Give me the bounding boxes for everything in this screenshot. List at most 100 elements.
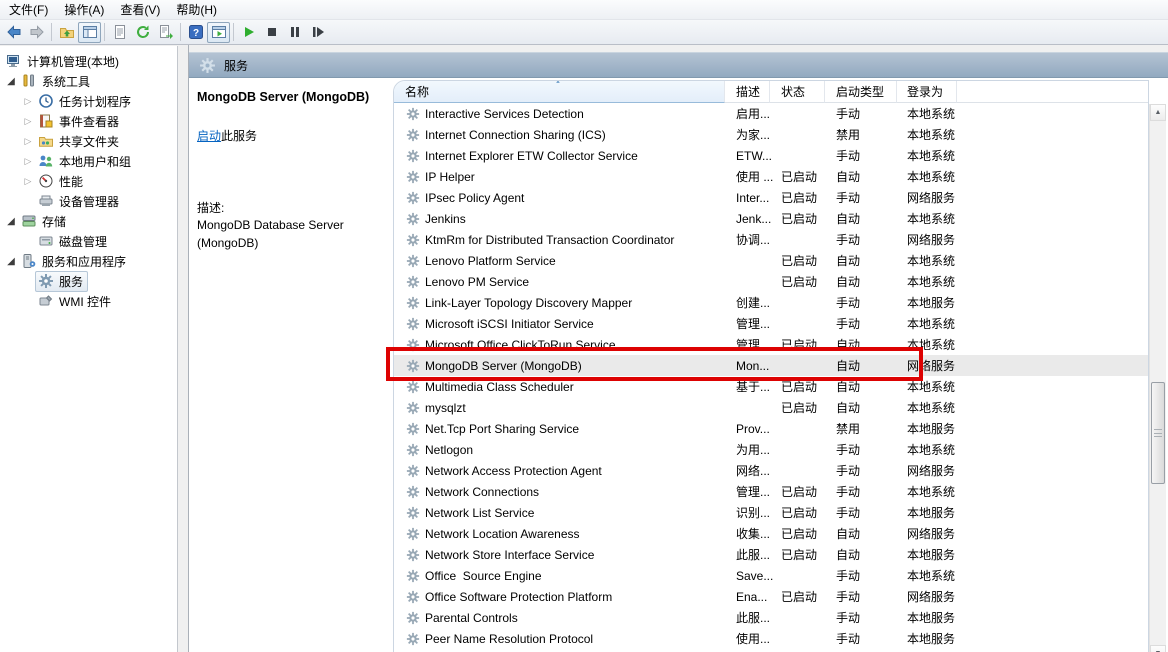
collapsed-triangle-icon[interactable]: ▷ bbox=[21, 116, 35, 127]
tree-item[interactable]: ▷ 任务计划程序 bbox=[0, 91, 177, 111]
tree-item-inner[interactable]: 本地用户和组 bbox=[35, 151, 136, 172]
tree-item-inner[interactable]: 性能 bbox=[35, 171, 88, 192]
collapsed-triangle-icon[interactable]: ▷ bbox=[21, 176, 35, 187]
service-description: ETW... bbox=[736, 148, 772, 163]
tree-item-inner[interactable]: 共享文件夹 bbox=[35, 131, 124, 152]
table-row[interactable]: Parental Controls 此服... 手动 本地服务 bbox=[394, 607, 1148, 628]
collapsed-triangle-icon[interactable]: ▷ bbox=[21, 156, 35, 167]
tree-item-inner[interactable]: WMI 控件 bbox=[35, 291, 116, 312]
column-header-label: 状态 bbox=[781, 85, 806, 99]
tree-item[interactable]: WMI 控件 bbox=[0, 291, 177, 311]
action-pane-toggle-button[interactable] bbox=[207, 21, 230, 43]
properties-button[interactable] bbox=[108, 22, 131, 43]
tree-item-inner[interactable]: 磁盘管理 bbox=[35, 231, 112, 252]
column-header-logon-as[interactable]: 登录为 bbox=[897, 81, 957, 103]
column-header-name[interactable]: ▲ 名称 bbox=[394, 81, 725, 103]
scroll-down-button[interactable]: ▼ bbox=[1150, 645, 1166, 652]
console-tree-toggle-button[interactable] bbox=[78, 21, 101, 43]
start-service-link[interactable]: 启动 bbox=[197, 129, 221, 143]
tree-item-inner[interactable]: 事件查看器 bbox=[35, 111, 124, 132]
computer-management-window: 文件(F) 操作(A) 查看(V) 帮助(H) ? 计算机管理(本地) ◢ 系统工具 ▷ 任务… bbox=[0, 0, 1168, 652]
tree-item[interactable]: 计算机管理(本地) bbox=[0, 51, 177, 71]
table-row[interactable]: Jenkins Jenk... 已启动 自动 本地系统 bbox=[394, 208, 1148, 229]
column-header-startup-type[interactable]: 启动类型 bbox=[825, 81, 897, 103]
table-row[interactable]: Network Connections 管理... 已启动 手动 本地系统 bbox=[394, 481, 1148, 502]
table-row[interactable]: Interactive Services Detection 启用... 手动 本地系… bbox=[394, 103, 1148, 124]
export-list-button[interactable] bbox=[154, 22, 177, 43]
refresh-button[interactable] bbox=[131, 22, 154, 43]
table-row[interactable]: Netlogon 为用... 手动 本地系统 bbox=[394, 439, 1148, 460]
table-row[interactable]: Net.Tcp Port Sharing Service Prov... 禁用 本地服… bbox=[394, 418, 1148, 439]
stop-icon bbox=[264, 24, 280, 40]
tree-item-label: 服务 bbox=[59, 274, 84, 289]
service-name-cell: IPsec Policy Agent bbox=[394, 191, 725, 205]
tree-item-inner[interactable]: 设备管理器 bbox=[35, 191, 124, 212]
forward-button[interactable] bbox=[25, 22, 48, 43]
collapsed-triangle-icon[interactable]: ▷ bbox=[21, 96, 35, 107]
column-header-description[interactable]: 描述 bbox=[725, 81, 770, 103]
table-row[interactable]: IPsec Policy Agent Inter... 已启动 手动 网络服务 bbox=[394, 187, 1148, 208]
table-row[interactable]: IP Helper 使用 ... 已启动 自动 本地系统 bbox=[394, 166, 1148, 187]
menu-item[interactable]: 操作(A) bbox=[56, 0, 112, 21]
tree-item[interactable]: ▷ 本地用户和组 bbox=[0, 151, 177, 171]
tree-item-inner[interactable]: 存储 bbox=[18, 211, 71, 232]
table-row[interactable]: Peer Name Resolution Protocol 使用... 手动 本地服务 bbox=[394, 628, 1148, 649]
back-button[interactable] bbox=[2, 22, 25, 43]
tree-item[interactable]: ▷ 共享文件夹 bbox=[0, 131, 177, 151]
pause-service-button[interactable] bbox=[283, 22, 306, 43]
tree-item[interactable]: ▷ 事件查看器 bbox=[0, 111, 177, 131]
menu-item[interactable]: 帮助(H) bbox=[168, 0, 225, 21]
service-startup-type: 自动 bbox=[836, 527, 861, 541]
table-row[interactable]: Network Access Protection Agent 网络... 手动 网络… bbox=[394, 460, 1148, 481]
scroll-up-button[interactable]: ▲ bbox=[1150, 104, 1166, 121]
tree-item[interactable]: ◢ 存储 bbox=[0, 211, 177, 231]
tree-item-inner[interactable]: 服务 bbox=[35, 270, 89, 292]
column-header-label: 名称 bbox=[405, 85, 430, 99]
tree-item[interactable]: ◢ 系统工具 bbox=[0, 71, 177, 91]
table-row[interactable]: Microsoft iSCSI Initiator Service 管理... 手动… bbox=[394, 313, 1148, 334]
table-row[interactable]: Office Software Protection Platform Ena..… bbox=[394, 586, 1148, 607]
scroll-thumb[interactable] bbox=[1151, 382, 1165, 484]
service-name: Netlogon bbox=[425, 442, 474, 457]
table-row[interactable]: Office Source Engine Save... 手动 本地系统 bbox=[394, 565, 1148, 586]
annotation-highlight-box bbox=[386, 347, 923, 381]
stop-service-button[interactable] bbox=[260, 22, 283, 43]
table-row[interactable]: Internet Connection Sharing (ICS) 为家... 禁用… bbox=[394, 124, 1148, 145]
toolbar-separator bbox=[233, 23, 234, 41]
table-row[interactable]: Network Location Awareness 收集... 已启动 自动 网络服务 bbox=[394, 523, 1148, 544]
tree-item[interactable]: ▷ 性能 bbox=[0, 171, 177, 191]
service-startup-type: 手动 bbox=[836, 611, 861, 625]
tree-item[interactable]: 设备管理器 bbox=[0, 191, 177, 211]
tree-item-inner[interactable]: 任务计划程序 bbox=[35, 91, 136, 112]
table-row[interactable]: KtmRm for Distributed Transaction Coordi… bbox=[394, 229, 1148, 250]
table-row[interactable]: Lenovo PM Service 已启动 自动 本地系统 bbox=[394, 271, 1148, 292]
vertical-scrollbar[interactable]: ▲ ▼ bbox=[1149, 104, 1166, 652]
restart-service-button[interactable] bbox=[306, 22, 329, 43]
tree-item[interactable]: 服务 bbox=[0, 270, 177, 292]
tree-item-inner[interactable]: 计算机管理(本地) bbox=[3, 51, 124, 72]
table-row[interactable]: Lenovo Platform Service 已启动 自动 本地系统 bbox=[394, 250, 1148, 271]
start-service-button[interactable] bbox=[237, 22, 260, 43]
table-row[interactable]: Network Store Interface Service 此服... 已启动 自… bbox=[394, 544, 1148, 565]
tree-item-inner[interactable]: 服务和应用程序 bbox=[18, 251, 131, 272]
tree-item[interactable]: ◢ 服务和应用程序 bbox=[0, 251, 177, 271]
services-apps-icon bbox=[21, 253, 37, 269]
column-header-status[interactable]: 状态 bbox=[770, 81, 825, 103]
table-row[interactable]: mysqlzt 已启动 自动 本地系统 bbox=[394, 397, 1148, 418]
table-row[interactable]: Internet Explorer ETW Collector Service E… bbox=[394, 145, 1148, 166]
up-level-button[interactable] bbox=[55, 22, 78, 43]
top-strip bbox=[189, 45, 1168, 52]
table-row[interactable]: Link-Layer Topology Discovery Mapper 创建..… bbox=[394, 292, 1148, 313]
expanded-triangle-icon[interactable]: ◢ bbox=[4, 256, 18, 267]
table-row[interactable]: Network List Service 识别... 已启动 手动 本地服务 bbox=[394, 502, 1148, 523]
document-icon bbox=[112, 24, 128, 40]
service-status: 已启动 bbox=[781, 590, 818, 604]
expanded-triangle-icon[interactable]: ◢ bbox=[4, 76, 18, 87]
tree-item-inner[interactable]: 系统工具 bbox=[18, 71, 95, 92]
expanded-triangle-icon[interactable]: ◢ bbox=[4, 216, 18, 227]
menu-item[interactable]: 文件(F) bbox=[1, 0, 56, 21]
tree-item[interactable]: 磁盘管理 bbox=[0, 231, 177, 251]
help-button[interactable]: ? bbox=[184, 22, 207, 43]
collapsed-triangle-icon[interactable]: ▷ bbox=[21, 136, 35, 147]
menu-item[interactable]: 查看(V) bbox=[112, 0, 168, 21]
